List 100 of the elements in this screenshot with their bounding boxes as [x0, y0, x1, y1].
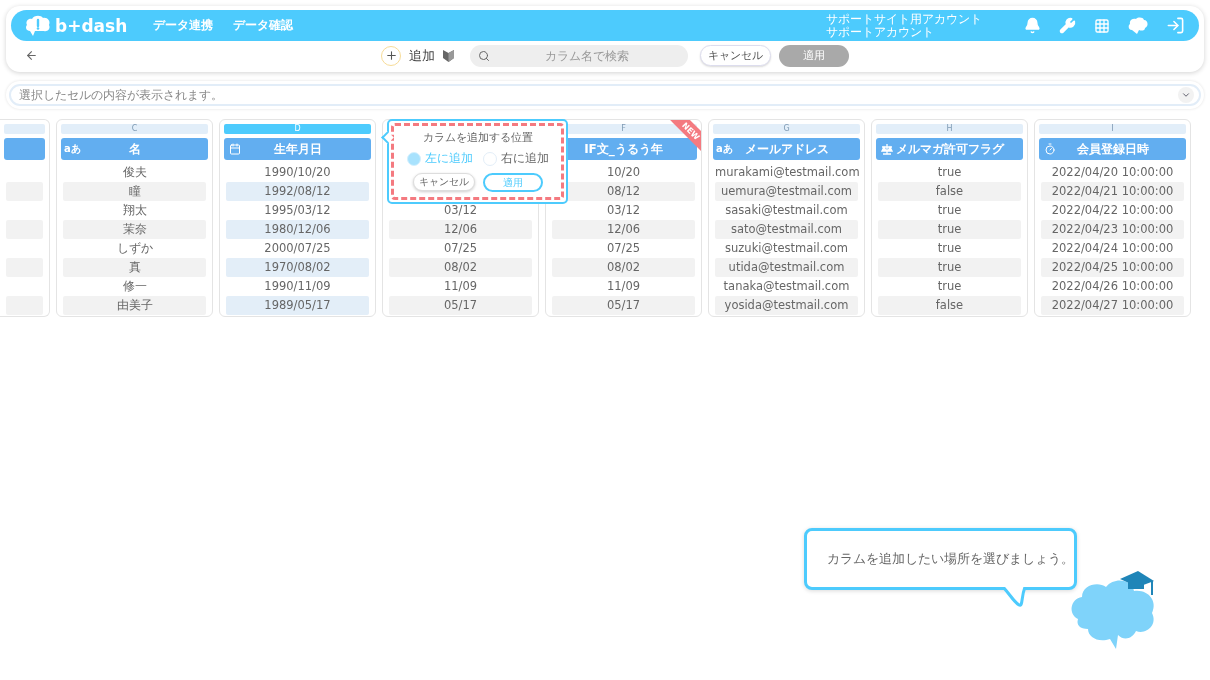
table-cell: false [878, 182, 1021, 201]
account-name: サポートアカウント [826, 25, 935, 39]
apply-button[interactable]: 適用 [482, 173, 543, 192]
table-cell: 2022/04/21 10:00:00 [1041, 182, 1184, 201]
table-cell-text: true [936, 164, 963, 181]
search-field[interactable]: カラム名で検索 [470, 44, 688, 67]
guide-text: カラムを追加したい場所を選びましょう。 [827, 550, 1074, 568]
column-letter: H [876, 124, 1023, 134]
table-cell: 2022/04/25 10:00:00 [1041, 258, 1184, 277]
table-cell-text: sasaki@testmail.com [724, 202, 849, 219]
table-cell-text: 2000/07/25 [263, 240, 332, 257]
text-type-icon: aあ [716, 142, 733, 156]
table-cell: 2022/04/23 10:00:00 [1041, 220, 1184, 239]
cell-content-field[interactable]: 選択したセルの内容が表示されます。 [9, 84, 1201, 106]
wrench-icon[interactable] [1059, 17, 1076, 34]
column-header[interactable]: メルマガ許可フラグ [876, 138, 1023, 160]
table-cell-text: 07/25 [605, 240, 642, 257]
add-label: 追加 [409, 46, 435, 65]
table-cell: 茉奈 [63, 220, 206, 239]
column-header[interactable]: aあ メールアドレス [713, 138, 860, 160]
table-cell: yosida@testmail.com [715, 296, 858, 315]
table-cell: 1989/05/17 [226, 296, 369, 315]
table-cell-text: 修一 [121, 278, 148, 295]
table-cell-text: 翔太 [121, 202, 148, 219]
column-header[interactable] [4, 138, 45, 160]
nav-link[interactable]: データ連携 [153, 17, 214, 34]
plus-icon [384, 49, 398, 62]
search-icon [478, 49, 490, 62]
scale-icon [881, 143, 893, 155]
table-cell-text: suzuki@testmail.com [724, 240, 849, 257]
table-cell-text: 俊夫 [121, 164, 148, 181]
table-cell-text: 07/25 [442, 240, 479, 257]
column-header[interactable]: 生年月日 [224, 138, 371, 160]
table-cell-text: true [936, 202, 963, 219]
table-cell-text: 2022/04/22 10:00:00 [1050, 202, 1175, 219]
back-arrow-icon[interactable] [25, 49, 38, 62]
table-cell-text: 1995/03/12 [263, 202, 332, 219]
table-cell-text: 1990/11/09 [263, 278, 332, 295]
table-cell: 真 [63, 258, 206, 277]
table-cell: 1992/08/12 [226, 182, 369, 201]
column-letter: I [1039, 124, 1186, 134]
table-cell: true [878, 220, 1021, 239]
table-cell-text: 10/20 [605, 164, 642, 181]
cancel-button[interactable]: キャンセル [700, 45, 771, 66]
column-header[interactable]: aあ 名 [61, 138, 208, 160]
table-cell-text: 2022/04/20 10:00:00 [1050, 164, 1175, 181]
table-cell: sato@testmail.com [715, 220, 858, 239]
table-cell: 12/06 [552, 220, 695, 239]
table-cell: 08/02 [552, 258, 695, 277]
table-cell-text: true [936, 240, 963, 257]
table-cell: 瞳 [63, 182, 206, 201]
timer-icon [1044, 143, 1056, 155]
account-site: サポートサイト用アカウント [826, 12, 982, 26]
apps-grid-icon[interactable] [1094, 17, 1110, 34]
calendar-icon [229, 143, 241, 155]
table-cell-text: 11/09 [605, 278, 642, 295]
bell-icon[interactable] [1024, 17, 1041, 34]
table-cell: false [878, 296, 1021, 315]
table-cell: true [878, 258, 1021, 277]
table-cell: 由美子 [63, 296, 206, 315]
add-button[interactable] [381, 45, 401, 66]
table-cell: utida@testmail.com [715, 258, 858, 277]
login-icon[interactable] [1166, 16, 1185, 35]
text-type-icon: aあ [64, 142, 81, 156]
table-cell-text: murakami@testmail.com [715, 164, 858, 181]
table-cell: 2022/04/27 10:00:00 [1041, 296, 1184, 315]
table-cell-text: tanaka@testmail.com [722, 278, 851, 295]
popup-title: カラムを追加する位置 [422, 130, 533, 145]
empty-cell [6, 296, 43, 315]
beginner-mark-icon[interactable] [443, 48, 454, 63]
table-cell: 1980/12/06 [226, 220, 369, 239]
table-cell-text: 2022/04/26 10:00:00 [1050, 278, 1175, 295]
table-cell: uemura@testmail.com [715, 182, 858, 201]
table-cell: 12/06 [389, 220, 532, 239]
table-cell: 08/02 [389, 258, 532, 277]
chevron-down-icon [1181, 90, 1191, 100]
column-letter: C [61, 124, 208, 134]
radio-icon[interactable] [482, 151, 497, 166]
column-letter: D [224, 124, 371, 134]
logo-icon [25, 14, 51, 37]
column-letter: G [713, 124, 860, 134]
table-cell-text: 1990/10/20 [263, 164, 332, 181]
radio-option[interactable]: 右に追加 [482, 151, 549, 166]
table-cell: 1970/08/02 [226, 258, 369, 277]
table-cell-text: 11/09 [442, 278, 479, 295]
cloud-chat-icon[interactable] [1128, 16, 1148, 35]
table-cell-text: 03/12 [442, 202, 479, 219]
radio-option[interactable]: 左に追加 [406, 151, 473, 166]
table-cell-text: 03/12 [605, 202, 642, 219]
column-letter [4, 124, 45, 134]
nav-link[interactable]: データ確認 [233, 17, 294, 34]
table-cell: 05/17 [389, 296, 532, 315]
table-cell-text: 2022/04/24 10:00:00 [1050, 240, 1175, 257]
column-header[interactable]: 会員登録日時 [1039, 138, 1186, 160]
table-cell: 05/17 [552, 296, 695, 315]
cancel-button[interactable]: キャンセル [412, 173, 475, 191]
table-cell-text: しずか [115, 240, 154, 257]
logo-text: b+dash [55, 15, 128, 36]
radio-icon[interactable] [406, 151, 421, 166]
table-cell-text: true [936, 278, 963, 295]
